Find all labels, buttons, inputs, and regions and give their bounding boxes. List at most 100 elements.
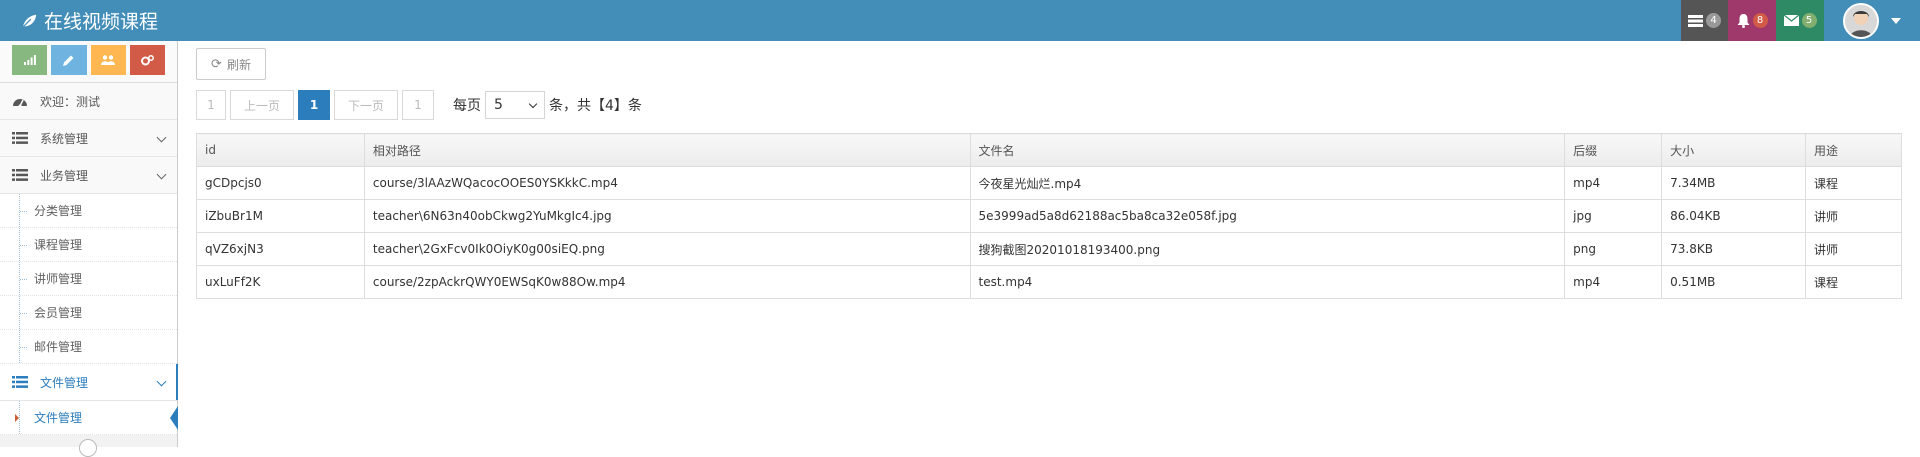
top-navbar: 在线视频课程 4 8 5 [0,0,1920,41]
users-icon [101,55,116,65]
page-first-button[interactable]: 1 [196,90,226,120]
chevron-down-icon [1891,17,1901,24]
sidebar-item-label: 系统管理 [40,131,89,146]
sidebar-item-teacher[interactable]: 讲师管理 [0,262,177,296]
tasks-badge: 4 [1706,13,1721,28]
refresh-icon: ⟳ [211,56,222,72]
submenu-label: 邮件管理 [34,340,83,354]
submenu-label: 文件管理 [34,411,83,425]
cell-path: course/2zpAckrQWY0EWSqK0w88Ow.mp4 [363,265,971,299]
sidebar-item-file-manage[interactable]: 文件管理 [0,401,178,435]
sidebar-item-file[interactable]: 文件管理 [0,364,178,401]
cell-filename: test.mp4 [969,265,1566,299]
page-prev-button[interactable]: 上一页 [230,90,294,120]
table-row[interactable]: qVZ6xjN3 teacher\2GxFcv0Ik0OiyK0g00siEQ.… [196,232,1902,266]
cell-id: iZbuBr1M [196,199,365,233]
cell-suffix: mp4 [1564,265,1663,299]
cell-filename: 今夜星光灿烂.mp4 [969,166,1566,200]
file-submenu: 文件管理 [0,401,178,435]
chevron-down-icon [156,132,167,143]
bell-icon [1737,13,1749,28]
cell-suffix: png [1564,232,1663,266]
refresh-label: 刷新 [226,57,251,72]
sidebar-collapse-button[interactable] [79,439,97,457]
submenu-label: 分类管理 [34,204,83,218]
sidebar-welcome[interactable]: 欢迎：测试 [0,83,177,120]
notifications-button[interactable]: 8 [1728,0,1776,41]
cell-usage: 讲师 [1805,232,1902,266]
shortcut-settings-button[interactable] [129,45,165,75]
sidebar-item-business[interactable]: 业务管理 [0,157,177,194]
column-header[interactable]: 相对路径 [363,133,971,167]
list-icon [12,132,30,144]
tasks-button[interactable]: 4 [1681,0,1728,41]
shortcut-users-button[interactable] [90,45,126,75]
messages-badge: 5 [1801,13,1817,28]
page-last-button[interactable]: 1 [402,90,434,120]
table-header-row: id 相对路径 文件名 后缀 大小 用途 [196,133,1902,167]
cell-usage: 课程 [1805,265,1902,299]
caret-right-icon [15,414,19,422]
business-submenu: 分类管理 课程管理 讲师管理 会员管理 邮件管理 [0,194,177,364]
column-header[interactable]: 用途 [1805,133,1902,167]
signal-icon [23,55,36,65]
per-page-value: 5 [494,97,503,113]
table-row[interactable]: uxLuFf2K course/2zpAckrQWY0EWSqK0w88Ow.m… [196,265,1902,299]
sidebar-item-mail[interactable]: 邮件管理 [0,330,177,364]
sidebar-item-category[interactable]: 分类管理 [0,194,177,228]
pencil-icon [63,55,74,66]
column-header[interactable]: id [196,133,365,167]
avatar [1843,2,1879,39]
chevron-down-icon [528,99,538,109]
total-count: 条，共【4】条 [549,98,642,114]
cell-path: course/3lAAzWQacocOOES0YSKkkC.mp4 [363,166,971,200]
cell-path: teacher\2GxFcv0Ik0OiyK0g00siEQ.png [363,232,971,266]
messages-button[interactable]: 5 [1776,0,1824,41]
submenu-label: 讲师管理 [34,272,83,286]
per-page-select[interactable]: 5 [485,91,545,119]
table-row[interactable]: iZbuBr1M teacher\6N63n40obCkwg2YuMkgIc4.… [196,199,1902,233]
column-header[interactable]: 大小 [1661,133,1807,167]
cell-size: 73.8KB [1661,232,1807,266]
cell-suffix: jpg [1564,199,1663,233]
envelope-icon [1783,15,1799,26]
sidebar-item-label: 业务管理 [40,168,89,183]
cell-path: teacher\6N63n40obCkwg2YuMkgIc4.jpg [363,199,971,233]
brand[interactable]: 在线视频课程 [20,0,158,41]
cell-size: 7.34MB [1661,166,1807,200]
sidebar-item-member[interactable]: 会员管理 [0,296,177,330]
leaf-icon [22,14,37,28]
sidebar-item-course[interactable]: 课程管理 [0,228,177,262]
cell-usage: 讲师 [1805,199,1902,233]
dashboard-icon [12,95,30,107]
column-header[interactable]: 后缀 [1564,133,1663,167]
cell-usage: 课程 [1805,166,1902,200]
cell-filename: 5e3999ad5a8d62188ac5ba8ca32e058f.jpg [969,199,1566,233]
active-indicator [176,364,178,400]
list-icon [12,169,30,181]
chevron-down-icon [156,169,167,180]
shortcut-stats-button[interactable] [12,45,48,75]
tasks-icon [1688,14,1703,27]
list-icon [12,376,30,388]
table-row[interactable]: gCDpcjs0 course/3lAAzWQacocOOES0YSKkkC.m… [196,166,1902,200]
app-title: 在线视频课程 [44,11,159,33]
page-next-button[interactable]: 下一页 [334,90,398,120]
cell-id: qVZ6xjN3 [196,232,365,266]
sidebar-item-system[interactable]: 系统管理 [0,120,177,157]
user-menu[interactable] [1824,0,1920,41]
shortcut-edit-button[interactable] [51,45,87,75]
submenu-label: 课程管理 [34,238,83,252]
refresh-button[interactable]: ⟳ 刷新 [196,48,266,80]
chevron-down-icon [156,376,167,387]
per-page-label: 每页 [453,98,481,114]
column-header[interactable]: 文件名 [969,133,1566,167]
cell-size: 86.04KB [1661,199,1807,233]
submenu-label: 会员管理 [34,306,83,320]
page-current-button[interactable]: 1 [298,90,330,120]
cogs-icon [140,54,154,65]
sidebar: 欢迎：测试 系统管理 业务管理 分类管理 课程管理 讲师管理 会员管理 邮件管理… [0,41,178,457]
file-table: id 相对路径 文件名 后缀 大小 用途 gCDpcjs0 course/3lA… [196,133,1902,299]
welcome-label: 欢迎：测试 [40,94,101,109]
cell-id: gCDpcjs0 [196,166,365,200]
